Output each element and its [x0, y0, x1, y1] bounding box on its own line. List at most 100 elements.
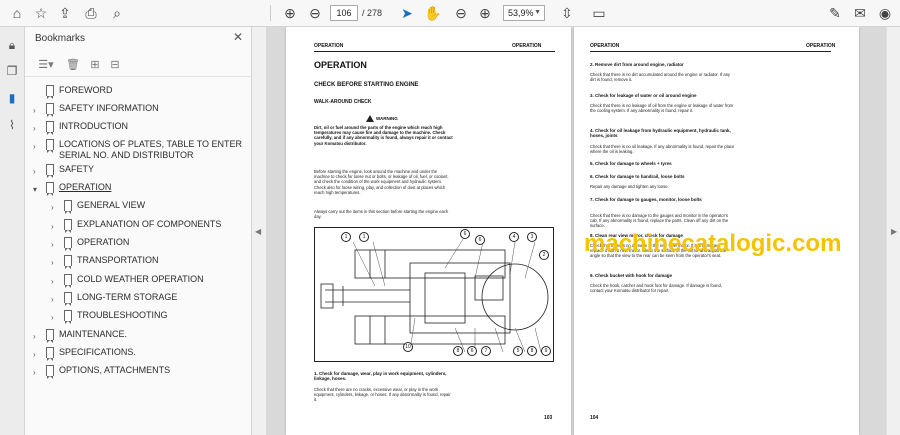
chevron-right-icon[interactable]: › [51, 202, 59, 213]
document-view[interactable]: OPERATION OPERATION OPERATION CHECK BEFO… [266, 27, 886, 435]
home-icon[interactable]: ⌂ [8, 4, 26, 22]
chevron-right-icon[interactable]: › [51, 312, 59, 323]
check-item-text: Check that there is no dirt accumulated … [590, 72, 731, 83]
chevron-right-icon[interactable]: › [51, 239, 59, 250]
page-total: / 278 [362, 8, 383, 18]
bookmark-flag-icon [64, 274, 72, 288]
next-page-icon[interactable]: ⊖ [306, 4, 324, 22]
bookmark-label: SAFETY INFORMATION [59, 103, 159, 113]
warning-triangle-icon [366, 115, 374, 122]
zoom-out-icon[interactable]: ⊖ [452, 4, 470, 22]
bookmark-item[interactable]: › TRANSPORTATION [25, 255, 250, 273]
check-item-title: 6. Check for damage to handrail, loose b… [590, 174, 685, 179]
account-icon[interactable]: ◉ [876, 4, 894, 22]
chevron-right-icon[interactable]: › [51, 276, 59, 287]
zoom-in-icon[interactable]: ⊕ [476, 4, 494, 22]
callout-6: 6 [475, 235, 485, 245]
bookmark-item[interactable]: › LOCATIONS OF PLATES, TABLE TO ENTER SER… [25, 139, 250, 160]
zoom-search-icon[interactable]: ⌕ [108, 4, 126, 22]
bookmark-label: LOCATIONS OF PLATES, TABLE TO ENTER SERI… [59, 139, 243, 160]
hand-icon[interactable]: ✋ [424, 4, 442, 22]
warning-text: Dirt, oil or fuel around the parts of th… [314, 125, 453, 146]
check-item-title: 9. Check bucket with hook for damage [590, 273, 673, 278]
bookmark-item[interactable]: › MAINTENANCE. [25, 329, 250, 347]
body-paragraph: Before starting the engine, look around … [314, 169, 449, 195]
chevron-right-icon[interactable]: › [51, 221, 59, 232]
check-item-title: 1. Check for damage, wear, play in work … [314, 371, 447, 381]
mail-icon[interactable]: ✉ [851, 4, 869, 22]
excavator-top-view [320, 235, 549, 353]
running-header-left: OPERATION [314, 43, 344, 49]
fit-page-icon[interactable]: ⇳ [558, 4, 576, 22]
check-item-title: 4. Check for oil leakage from hydraulic … [590, 128, 731, 138]
section-title: OPERATION [314, 60, 367, 70]
callout-9: 9 [541, 346, 551, 356]
bookmark-item[interactable]: › TROUBLESHOOTING [25, 310, 250, 328]
cursor-icon[interactable]: ➤ [398, 4, 416, 22]
bookmark-item[interactable]: ▾ OPERATION [25, 182, 250, 200]
lock-icon[interactable]: 🔒︎ [4, 37, 20, 53]
pages-icon[interactable]: ❐ [4, 63, 20, 79]
subsubsection-title: WALK-AROUND CHECK [314, 99, 372, 105]
bookmark-flag-icon [46, 347, 54, 361]
bookmark-item[interactable]: › SPECIFICATIONS. [25, 347, 250, 365]
new-bookmark-icon[interactable]: ⊞ [87, 57, 103, 73]
check-item-title: 7. Check for damage to gauges, monitor, … [590, 197, 702, 202]
delete-icon[interactable]: 🗑︎ [65, 57, 81, 73]
bookmark-item[interactable]: › COLD WEATHER OPERATION [25, 274, 250, 292]
panel-splitter[interactable]: ◀ [252, 27, 266, 435]
bookmark-item[interactable]: › EXPLANATION OF COMPONENTS [25, 219, 250, 237]
attachment-icon[interactable]: ⌇ [4, 117, 20, 133]
page-number-input[interactable]: 106 [330, 5, 358, 21]
zoom-value: 53,9% [508, 8, 534, 18]
chevron-down-icon[interactable]: ▾ [33, 184, 41, 195]
bookmark-item[interactable]: › LONG-TERM STORAGE [25, 292, 250, 310]
comment-icon[interactable]: ▭ [590, 4, 608, 22]
check-item-title: 3. Check for leakage of water or oil aro… [590, 93, 697, 98]
page-103: OPERATION OPERATION OPERATION CHECK BEFO… [286, 27, 571, 435]
bookmarks-title: Bookmarks [35, 33, 86, 44]
chevron-right-icon[interactable]: › [33, 105, 41, 116]
bookmark-item[interactable]: › OPTIONS, ATTACHMENTS [25, 365, 250, 383]
chevron-right-icon[interactable]: › [33, 141, 41, 152]
callout-6: 6 [467, 346, 477, 356]
bookmark-flag-icon [46, 139, 54, 153]
chevron-right-icon[interactable]: › [51, 294, 59, 305]
zoom-select[interactable]: 53,9% ▼ [503, 5, 545, 21]
prev-page-icon[interactable]: ⊕ [281, 4, 299, 22]
chevron-right-icon[interactable]: › [33, 166, 41, 177]
bookmark-item[interactable]: › OPERATION [25, 237, 250, 255]
chevron-right-icon[interactable]: › [33, 349, 41, 360]
expand-bookmark-icon[interactable]: ⊟ [107, 57, 123, 73]
chevron-right-icon[interactable]: › [33, 123, 41, 134]
pen-sign-icon[interactable]: ✎ [826, 4, 844, 22]
collapse-right-icon[interactable]: ▶ [891, 227, 897, 236]
bookmark-label: LONG-TERM STORAGE [77, 292, 178, 302]
page-number: 103 [544, 415, 553, 421]
star-icon[interactable]: ☆ [32, 4, 50, 22]
bookmark-item[interactable]: › SAFETY [25, 164, 250, 182]
options-menu-icon[interactable]: ☰▾ [35, 57, 57, 73]
upload-icon[interactable]: ⇪ [56, 4, 74, 22]
collapse-left-icon[interactable]: ◀ [255, 227, 261, 236]
bookmark-icon[interactable]: ▮ [4, 90, 20, 106]
subsection-title: CHECK BEFORE STARTING ENGINE [314, 82, 419, 88]
bookmark-label: GENERAL VIEW [77, 200, 146, 210]
callout-7: 7 [481, 346, 491, 356]
bookmark-item[interactable]: › GENERAL VIEW [25, 200, 250, 218]
bookmark-item[interactable]: › SAFETY INFORMATION [25, 103, 250, 121]
chevron-right-icon[interactable]: › [51, 257, 59, 268]
bookmark-flag-icon [64, 237, 72, 251]
bookmark-item[interactable]: › INTRODUCTION [25, 121, 250, 139]
bookmark-flag-icon [64, 310, 72, 324]
check-item-text: Check the hook, catcher and hook foot fo… [590, 283, 722, 294]
chevron-right-icon[interactable]: › [33, 331, 41, 342]
chevron-right-icon[interactable]: › [33, 367, 41, 378]
bookmark-flag-icon [46, 121, 54, 135]
vertical-scroll-area[interactable]: ▶ [886, 27, 900, 435]
running-header-left: OPERATION [590, 43, 620, 49]
print-icon[interactable]: ⎙ [82, 4, 100, 22]
bookmark-item[interactable]: FOREWORD [25, 85, 250, 103]
close-icon[interactable]: ✕ [233, 30, 243, 44]
callout-5: 5 [513, 346, 523, 356]
